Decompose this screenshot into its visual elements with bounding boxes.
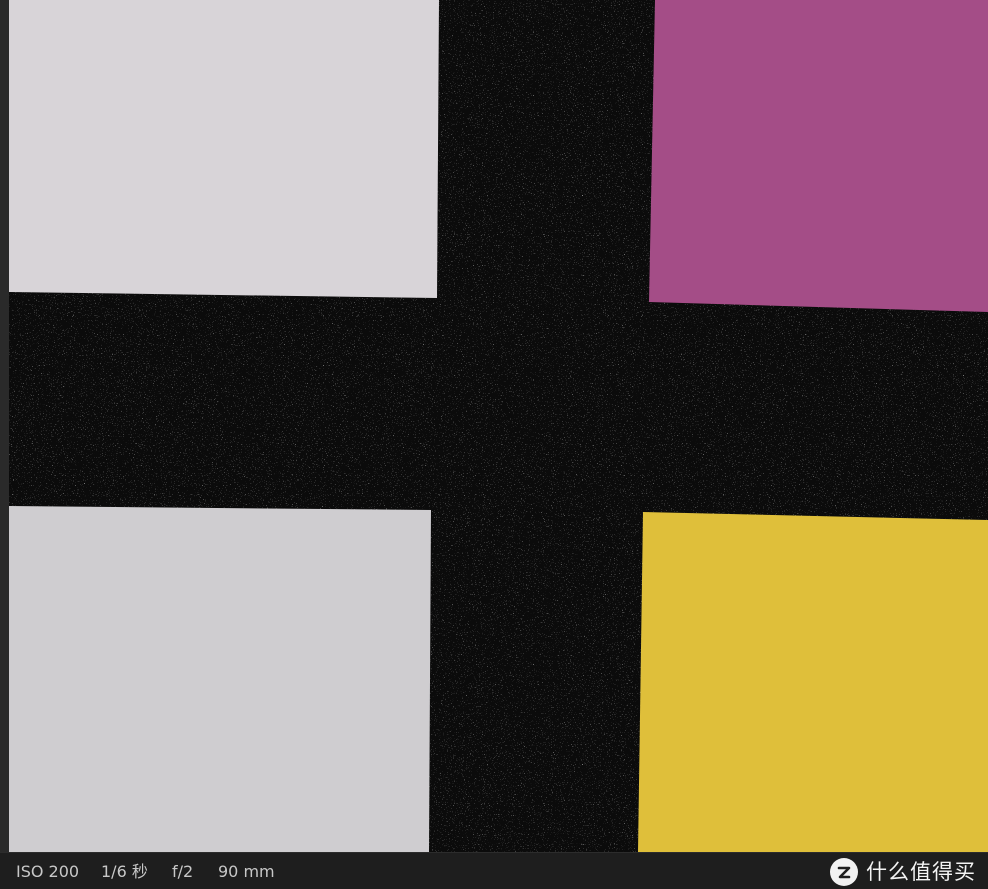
patch-top-left: [9, 0, 439, 298]
color-chart-canvas: [9, 0, 988, 852]
color-chart-photo: [9, 0, 988, 852]
site-watermark: 什么值得买: [830, 857, 976, 887]
iso-value: ISO 200: [16, 862, 80, 881]
patch-bottom-right: [638, 512, 988, 852]
exif-status-bar: ISO 200 1/6 秒 f/2 90 mm 什么值得买: [0, 852, 988, 889]
patch-top-right: [649, 0, 988, 312]
focal-length-value: 90 mm: [218, 862, 275, 881]
watermark-text: 什么值得买: [866, 860, 976, 884]
zhi-logo-icon: [830, 858, 858, 886]
viewer-left-edge: [0, 0, 9, 852]
patch-bottom-left: [9, 506, 431, 852]
shutter-speed-value: 1/6 秒: [101, 862, 148, 881]
photo-viewer: ISO 200 1/6 秒 f/2 90 mm 什么值得买: [0, 0, 988, 889]
aperture-value: f/2: [172, 862, 194, 881]
